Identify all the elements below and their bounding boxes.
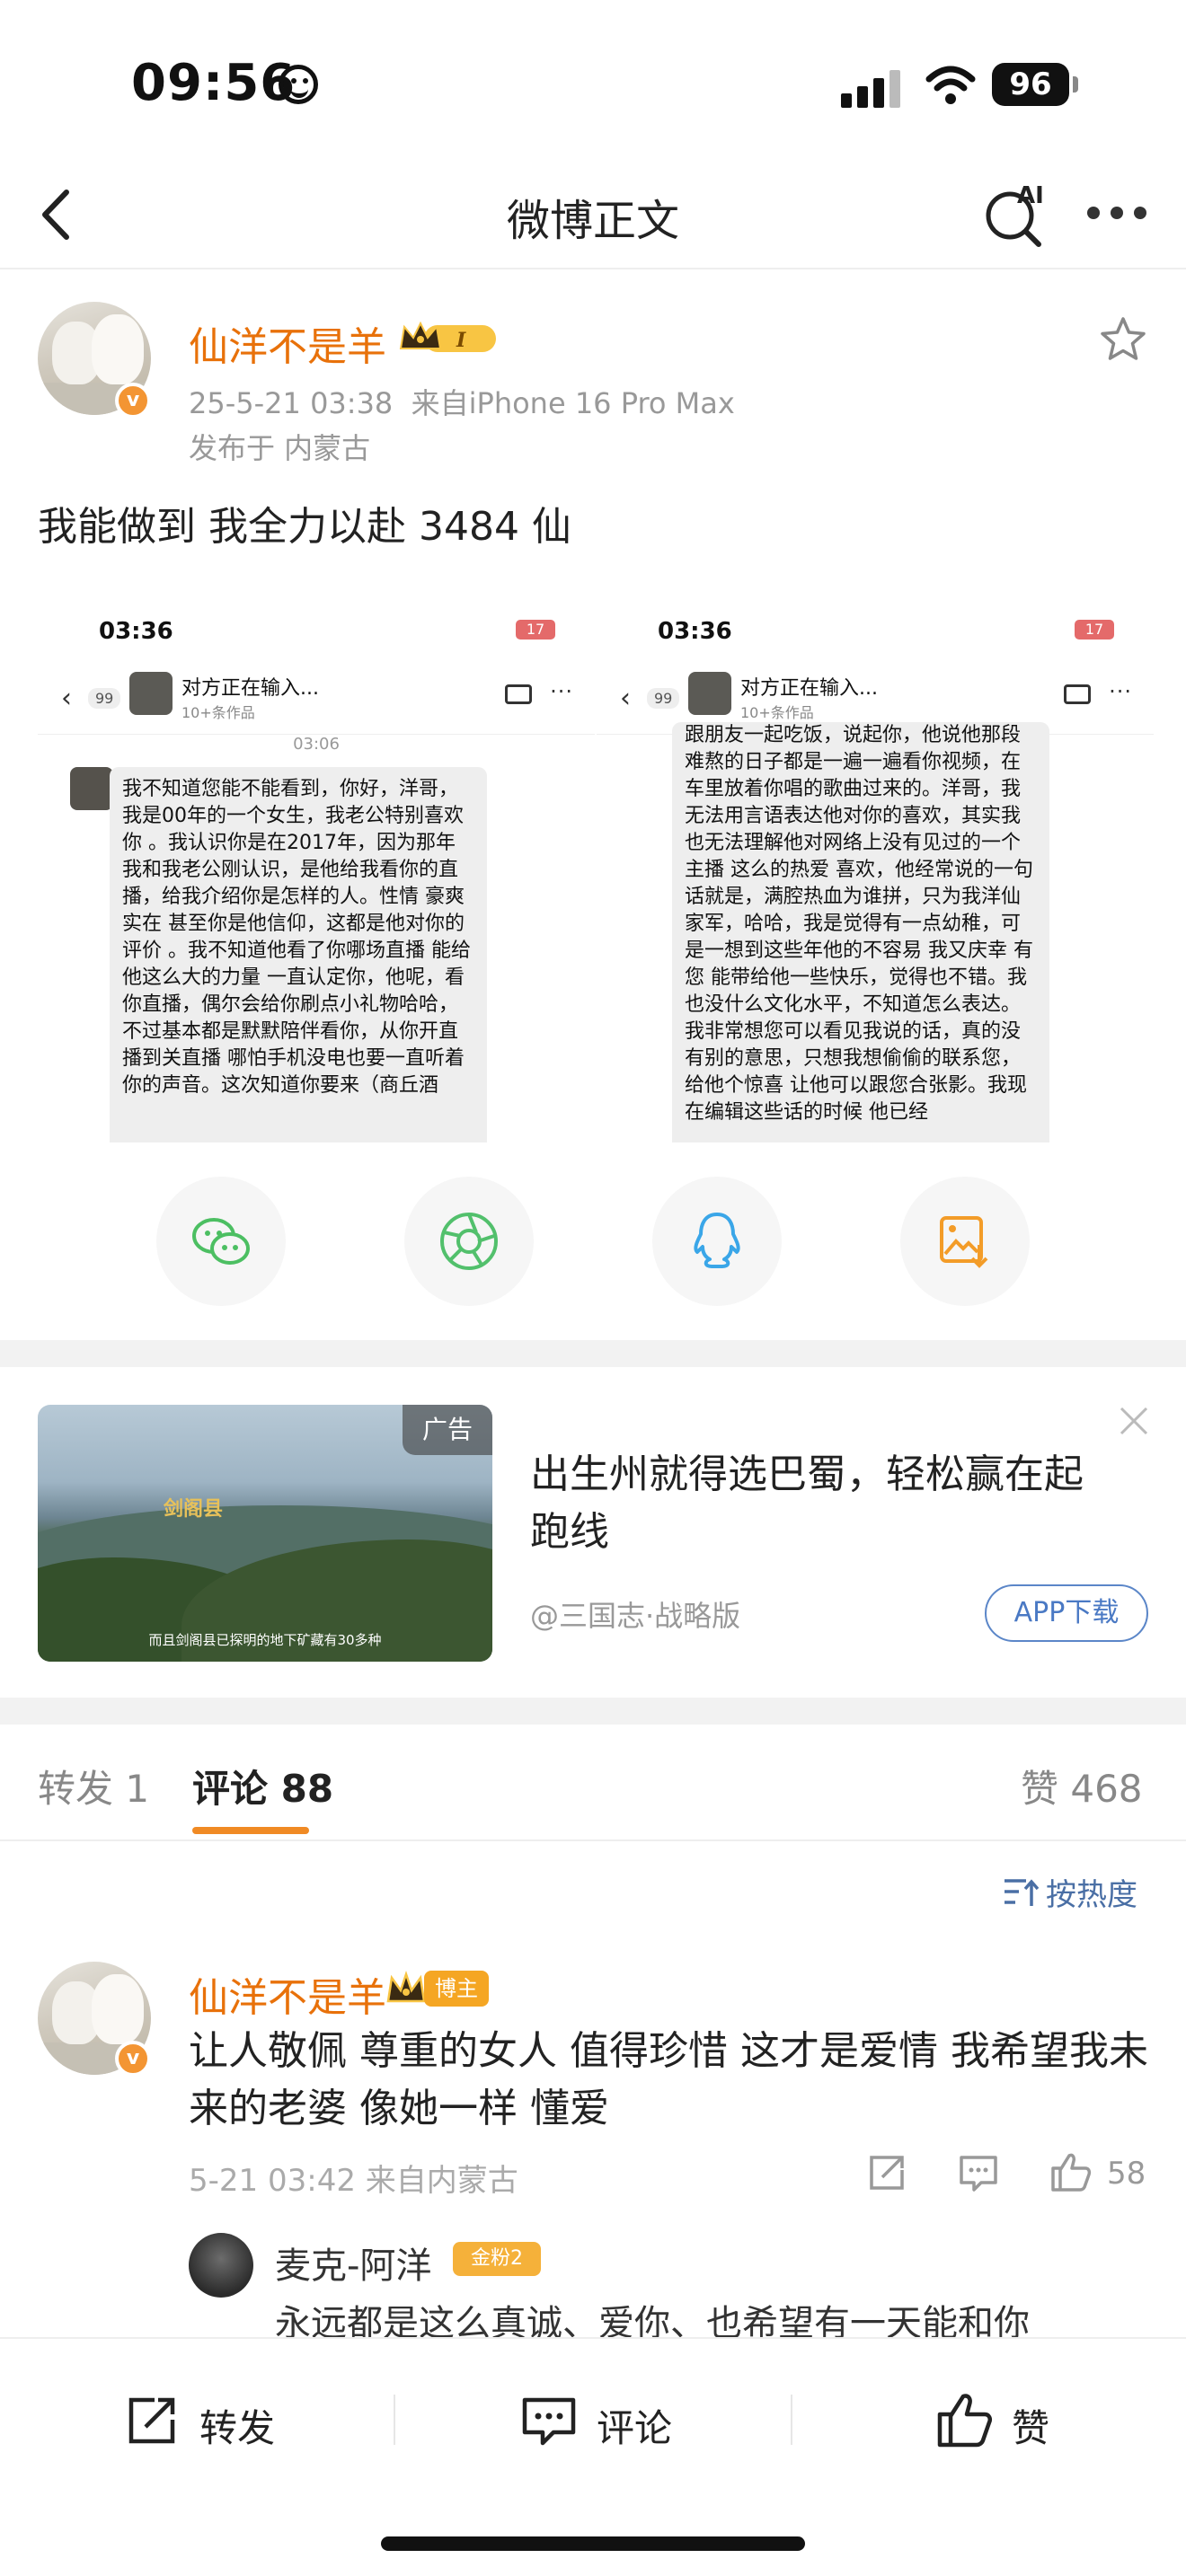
comment-author[interactable]: 仙洋不是羊 [189, 1965, 386, 2023]
battery-indicator: 96 [992, 63, 1078, 106]
blogger-badge: 博主 [424, 1971, 489, 2007]
sort-icon [1005, 1879, 1039, 1906]
verified-icon: v [115, 2041, 151, 2077]
comment-like-count: 58 [1107, 2156, 1146, 2192]
chevron-left-icon: ‹ [620, 683, 631, 714]
svg-text:I: I [456, 329, 466, 352]
more-icon: ··· [550, 679, 573, 704]
member-crown-badge-icon[interactable]: I [397, 320, 503, 356]
close-icon[interactable] [1114, 1401, 1154, 1441]
more-icon: ··· [1109, 679, 1132, 704]
share-comment-icon[interactable] [864, 2150, 909, 2195]
comment-text: 让人敬佩 尊重的女人 值得珍惜 这才是爱情 我希望我未来的老婆 像她一样 懂爱 [189, 2028, 1148, 2131]
comment-meta: 5-21 03:42 来自内蒙古 [189, 2163, 518, 2199]
active-tab-indicator [192, 1827, 309, 1834]
author-name[interactable]: 仙洋不是羊 [189, 314, 386, 372]
wechat-icon [192, 1218, 250, 1265]
tab-comments[interactable]: 评论 88 [192, 1759, 333, 1813]
chat-avatar [129, 672, 173, 715]
ai-search-icon[interactable]: AI [979, 178, 1051, 250]
app-download-button[interactable]: APP下载 [985, 1584, 1148, 1642]
message-bubble: 跟朋友一起吃饭，说起你，他说他那段难熬的日子都是一遍一遍看你视频，在车里放着你唱… [672, 722, 1049, 1142]
post-image-2[interactable]: 03:36 17 ‹ 99 对方正在输入... 10+条作品 ··· 跟朋友一起… [597, 600, 1154, 1142]
tab-bar: 转发 1 评论 88 赞 468 [0, 1725, 1186, 1841]
separator [394, 2395, 395, 2445]
save-image-button[interactable] [900, 1177, 1030, 1306]
more-options-icon[interactable] [1084, 201, 1155, 228]
separator [791, 2395, 792, 2445]
reply-avatar[interactable] [189, 2233, 253, 2298]
thumbs-up-icon [937, 2394, 993, 2448]
comment-icon [522, 2397, 576, 2446]
tab-likes[interactable]: 赞 468 [1021, 1759, 1143, 1813]
ad-tag: 广告 [403, 1405, 492, 1455]
qq-icon [694, 1213, 740, 1268]
fan-level-badge: 金粉2 [453, 2242, 541, 2276]
post-source: 来自iPhone 16 Pro Max [411, 386, 735, 420]
ad-image-caption: 而且剑阁县已探明的地下矿藏有30多种 [148, 1632, 382, 1648]
svg-text:AI: AI [1017, 182, 1044, 209]
repost-icon [128, 2397, 175, 2444]
section-divider [0, 1698, 1186, 1725]
moments-icon [440, 1213, 498, 1270]
ad-image[interactable]: 剑阁县 而且剑阁县已探明的地下矿藏有30多种 广告 [38, 1405, 492, 1662]
ad-source: @三国志·战略版 [530, 1599, 741, 1633]
post-location: 发布于 内蒙古 [189, 431, 371, 465]
video-call-icon [505, 684, 532, 704]
favorite-star-icon[interactable] [1098, 314, 1148, 365]
section-divider [0, 1340, 1186, 1367]
reply-text: 永远都是这么真诚、爱你、也希望有一天能和你 [275, 2303, 1030, 2339]
cellular-signal-icon [841, 68, 904, 108]
reply-comment-icon[interactable] [956, 2150, 1001, 2195]
ad-title[interactable]: 出生州就得选巴蜀，轻松赢在起跑线 [530, 1446, 1087, 1561]
chat-avatar [688, 672, 731, 715]
nav-bar: 微博正文 AI [0, 162, 1186, 269]
verified-icon: v [115, 383, 151, 419]
tab-repost[interactable]: 转发 1 [38, 1759, 149, 1813]
save-image-icon [940, 1216, 988, 1268]
status-bar: 09:56 96 [0, 0, 1186, 162]
ad-image-logo: 剑阁县 [164, 1498, 224, 1521]
status-time: 09:56 [131, 54, 296, 112]
message-bubble: 我不知道您能不能看到，你好，洋哥，我是00年的一个女生，我老公特别喜欢你 。我认… [110, 767, 487, 1142]
chevron-left-icon: ‹ [61, 683, 72, 714]
like-comment-icon[interactable] [1048, 2150, 1093, 2195]
crown-icon [386, 1971, 426, 2003]
share-wechat-button[interactable] [156, 1177, 286, 1306]
reply-author[interactable]: 麦克-阿洋 [275, 2236, 431, 2289]
post-text: 我能做到 我全力以赴 3484 仙 [38, 504, 571, 550]
post-image-1[interactable]: 03:36 17 ‹ 99 对方正在输入... 10+条作品 ··· 03:06… [38, 600, 595, 1142]
home-indicator[interactable] [381, 2536, 805, 2551]
share-qq-button[interactable] [652, 1177, 782, 1306]
video-call-icon [1064, 684, 1091, 704]
message-avatar [70, 767, 113, 810]
post-timestamp: 25-5-21 03:38 来自iPhone 16 Pro Max [189, 386, 735, 420]
wifi-icon [925, 66, 976, 104]
share-moments-button[interactable] [404, 1177, 534, 1306]
smiley-icon [279, 65, 318, 104]
